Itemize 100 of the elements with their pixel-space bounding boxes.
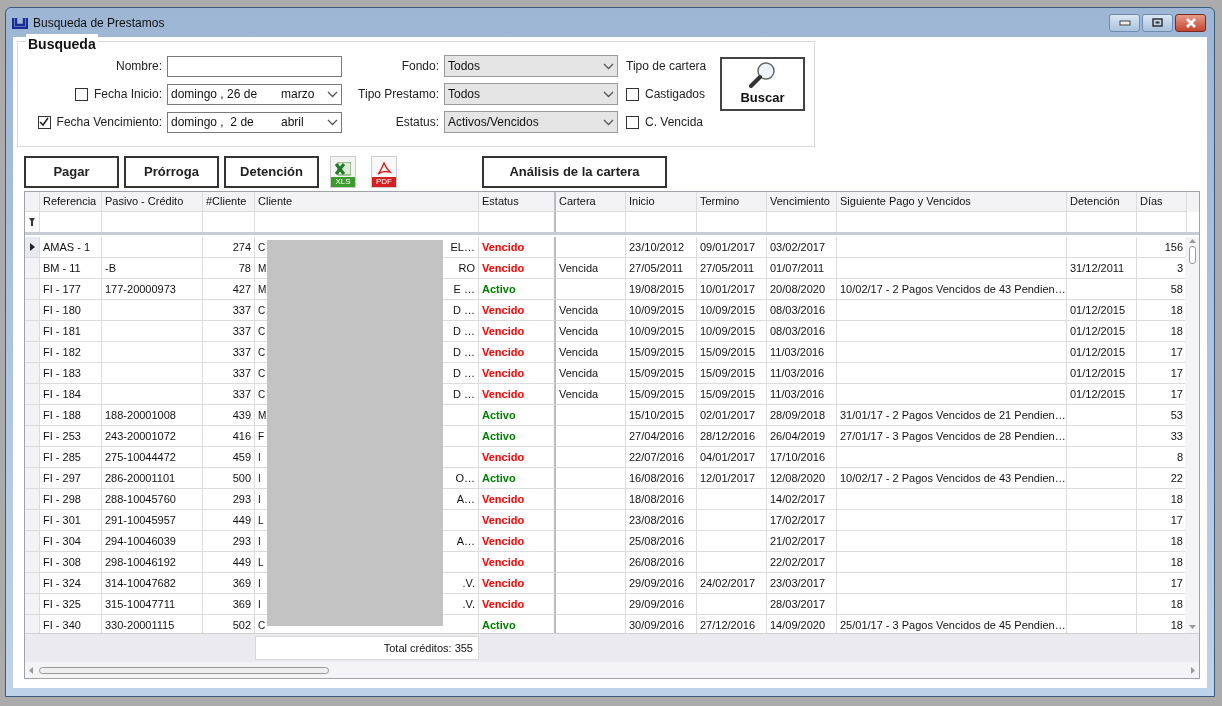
field-label: Tipo Prestamo: — [357, 86, 440, 103]
table-cell: Vencido — [479, 510, 556, 531]
excel-export-button[interactable]: XLS — [330, 156, 356, 188]
table-cell: 177-20000973 — [102, 279, 203, 300]
row-indicator-cell[interactable] — [25, 552, 40, 573]
table-cell: Vencida — [556, 363, 626, 384]
row-indicator-cell[interactable] — [25, 300, 40, 321]
table-cell: 23/10/2012 — [626, 237, 697, 258]
checkbox[interactable] — [74, 87, 88, 101]
table-cell: FI - 308 — [40, 552, 102, 573]
field-label: Fecha Inicio: — [93, 86, 162, 103]
dropdown[interactable]: Todos — [444, 83, 618, 105]
scroll-thumb[interactable] — [39, 666, 329, 674]
column-header[interactable]: Días — [1137, 192, 1187, 212]
table-cell: 04/01/2017 — [697, 447, 767, 468]
field-label: Estatus: — [394, 114, 440, 131]
spreadsheet-icon — [335, 162, 351, 176]
table-cell: 291-10045957 — [102, 510, 203, 531]
row-indicator-cell[interactable] — [25, 342, 40, 363]
action-button[interactable]: Pagar — [24, 156, 119, 188]
name-input[interactable] — [167, 55, 342, 77]
row-indicator-cell[interactable] — [25, 258, 40, 279]
close-icon — [1184, 17, 1197, 28]
row-indicator-cell[interactable] — [25, 279, 40, 300]
checkbox[interactable] — [626, 115, 639, 129]
close-button[interactable] — [1175, 13, 1206, 32]
maximize-button[interactable] — [1142, 13, 1173, 32]
row-indicator-cell[interactable] — [25, 405, 40, 426]
table-cell: 337 — [203, 300, 255, 321]
table-cell: FI - 181 — [40, 321, 102, 342]
total-summary: Total créditos: 355 — [255, 636, 479, 660]
table-cell: 459 — [203, 447, 255, 468]
row-indicator-cell[interactable] — [25, 573, 40, 594]
scroll-thumb[interactable] — [1188, 246, 1196, 264]
table-cell — [556, 531, 626, 552]
table-cell: 26/08/2016 — [626, 552, 697, 573]
table-cell: 337 — [203, 384, 255, 405]
column-header[interactable]: Cartera — [556, 192, 626, 212]
table-cell: FI - 182 — [40, 342, 102, 363]
row-indicator-cell[interactable] — [25, 594, 40, 615]
pdf-export-button[interactable]: PDF — [371, 156, 397, 188]
search-button[interactable]: Buscar — [720, 57, 805, 111]
table-cell: FI - 301 — [40, 510, 102, 531]
table-cell: Vencido — [479, 552, 556, 573]
action-button[interactable]: Prórroga — [124, 156, 219, 188]
table-cell: 449 — [203, 510, 255, 531]
row-indicator-cell[interactable] — [25, 531, 40, 552]
table-cell: 09/01/2017 — [697, 237, 767, 258]
column-header[interactable]: Siguiente Pago y Vencidos — [837, 192, 1067, 212]
horizontal-scrollbar[interactable] — [25, 662, 1199, 678]
table-cell: 19/08/2015 — [626, 279, 697, 300]
dropdown[interactable]: Activos/Vencidos — [444, 111, 618, 133]
row-indicator-cell[interactable] — [25, 615, 40, 633]
field-label: Fondo: — [400, 58, 440, 75]
row-indicator-cell[interactable] — [25, 447, 40, 468]
checkbox[interactable] — [37, 115, 51, 129]
column-header[interactable]: Vencimiento — [767, 192, 837, 212]
caret-icon — [327, 118, 338, 126]
column-header[interactable]: #Cliente — [203, 192, 255, 212]
checkbox[interactable] — [626, 87, 639, 101]
row-indicator-cell[interactable] — [25, 510, 40, 531]
table-cell: Activo — [479, 426, 556, 447]
table-cell: 27/01/17 - 3 Pagos Vencidos de 28 Pendien… — [837, 426, 1067, 447]
action-button[interactable]: Detención — [224, 156, 319, 188]
row-indicator-cell[interactable] — [25, 384, 40, 405]
column-header[interactable]: Estatus — [479, 192, 556, 212]
column-header[interactable]: Referencia — [40, 192, 102, 212]
table-cell — [556, 279, 626, 300]
column-header[interactable]: Inicio — [626, 192, 697, 212]
filter-icon[interactable] — [29, 218, 35, 226]
scroll-down-icon[interactable] — [1188, 625, 1196, 629]
table-cell — [1067, 447, 1137, 468]
scroll-right-icon[interactable] — [1191, 666, 1195, 674]
column-header[interactable]: Cliente — [255, 192, 479, 212]
table-cell: FI - 304 — [40, 531, 102, 552]
table-cell: Vencido — [479, 237, 556, 258]
row-indicator-cell[interactable] — [25, 489, 40, 510]
vertical-scrollbar[interactable] — [1185, 237, 1199, 633]
table-cell: 286-20001101 — [102, 468, 203, 489]
row-pointer-icon — [29, 243, 35, 251]
row-indicator-cell[interactable] — [25, 321, 40, 342]
column-header[interactable]: Detención — [1067, 192, 1137, 212]
column-header[interactable]: Pasivo - Crédito — [102, 192, 203, 212]
analysis-button[interactable]: Análisis de la cartera — [482, 156, 667, 188]
row-indicator-cell[interactable] — [25, 468, 40, 489]
date-picker[interactable]: domingo , 2 de abril — [167, 111, 342, 133]
date-picker[interactable]: domingo , 26 de marzo — [167, 83, 342, 105]
table-cell — [556, 426, 626, 447]
row-indicator-cell[interactable] — [25, 237, 40, 258]
column-header[interactable]: Termino — [697, 192, 767, 212]
table-cell: 29/09/2016 — [626, 594, 697, 615]
table-cell: 293 — [203, 531, 255, 552]
dropdown[interactable]: Todos — [444, 55, 618, 77]
scroll-up-icon[interactable] — [1188, 239, 1196, 243]
table-cell: 369 — [203, 573, 255, 594]
field-label: Nombre: — [115, 58, 163, 75]
scroll-left-icon[interactable] — [29, 666, 33, 674]
minimize-button[interactable] — [1109, 13, 1140, 32]
row-indicator-cell[interactable] — [25, 426, 40, 447]
row-indicator-cell[interactable] — [25, 363, 40, 384]
